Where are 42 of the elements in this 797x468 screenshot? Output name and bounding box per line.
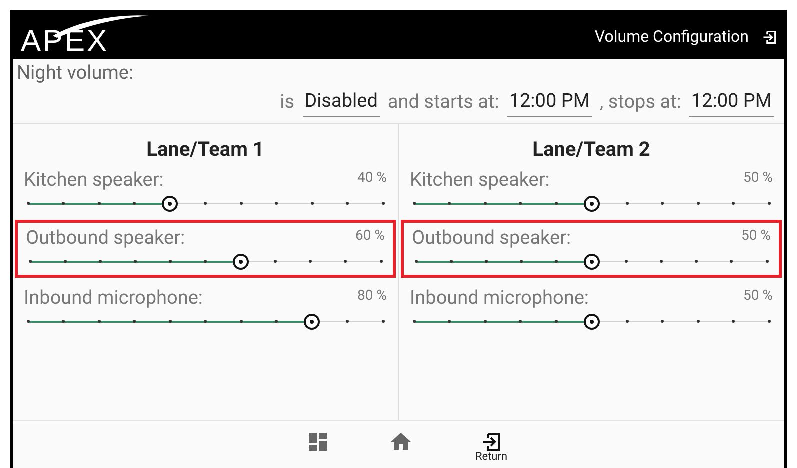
- night-volume-label: Night volume:: [17, 60, 135, 86]
- dashboard-icon: [309, 432, 328, 450]
- night-volume-prefix: is: [280, 89, 295, 115]
- slider-reading: 60 %: [356, 226, 385, 246]
- slider-reading: 80 %: [358, 286, 387, 306]
- slider-label: Inbound microphone:: [24, 286, 204, 310]
- slider-label: Outbound speaker:: [26, 226, 186, 250]
- slider-label: Kitchen speaker:: [24, 168, 164, 192]
- starts-label: and starts at:: [388, 89, 500, 115]
- slider-thumb[interactable]: [584, 254, 600, 270]
- lane-title: Lane/Team 1: [146, 136, 264, 162]
- exit-icon[interactable]: [763, 30, 776, 44]
- slider[interactable]: [30, 254, 381, 270]
- slider[interactable]: [414, 196, 769, 212]
- slider-reading: 50 %: [742, 226, 771, 246]
- return-nav-button[interactable]: Return: [475, 432, 508, 462]
- slider-reading: 40 %: [358, 168, 387, 188]
- slider[interactable]: [28, 314, 383, 330]
- slider-label: Kitchen speaker:: [410, 168, 550, 192]
- stops-label: , stops at:: [600, 89, 682, 115]
- exit-icon: [482, 432, 500, 450]
- state-dropdown[interactable]: Disabled: [302, 87, 380, 116]
- page-title: Volume Configuration: [594, 26, 749, 48]
- slider-thumb[interactable]: [584, 196, 600, 212]
- stop-time-field[interactable]: 12:00 PM: [689, 87, 774, 116]
- slider-label: Inbound microphone:: [410, 286, 590, 310]
- home-icon: [391, 432, 412, 450]
- logo-text: APEX: [21, 25, 110, 58]
- slider-thumb[interactable]: [232, 254, 249, 270]
- slider-reading: 50 %: [744, 286, 773, 306]
- home-nav-button[interactable]: [391, 432, 412, 450]
- slider[interactable]: [414, 314, 769, 330]
- slider[interactable]: [28, 196, 383, 212]
- lane-title: Lane/Team 2: [532, 136, 650, 162]
- slider-reading: 50 %: [744, 168, 773, 188]
- slider-thumb[interactable]: [304, 314, 320, 330]
- slider-thumb[interactable]: [584, 314, 600, 330]
- dashboard-nav-button[interactable]: [309, 432, 328, 450]
- start-time-field[interactable]: 12:00 PM: [507, 87, 592, 116]
- slider-thumb[interactable]: [162, 196, 178, 212]
- slider-label: Outbound speaker:: [412, 226, 572, 250]
- slider[interactable]: [416, 254, 767, 270]
